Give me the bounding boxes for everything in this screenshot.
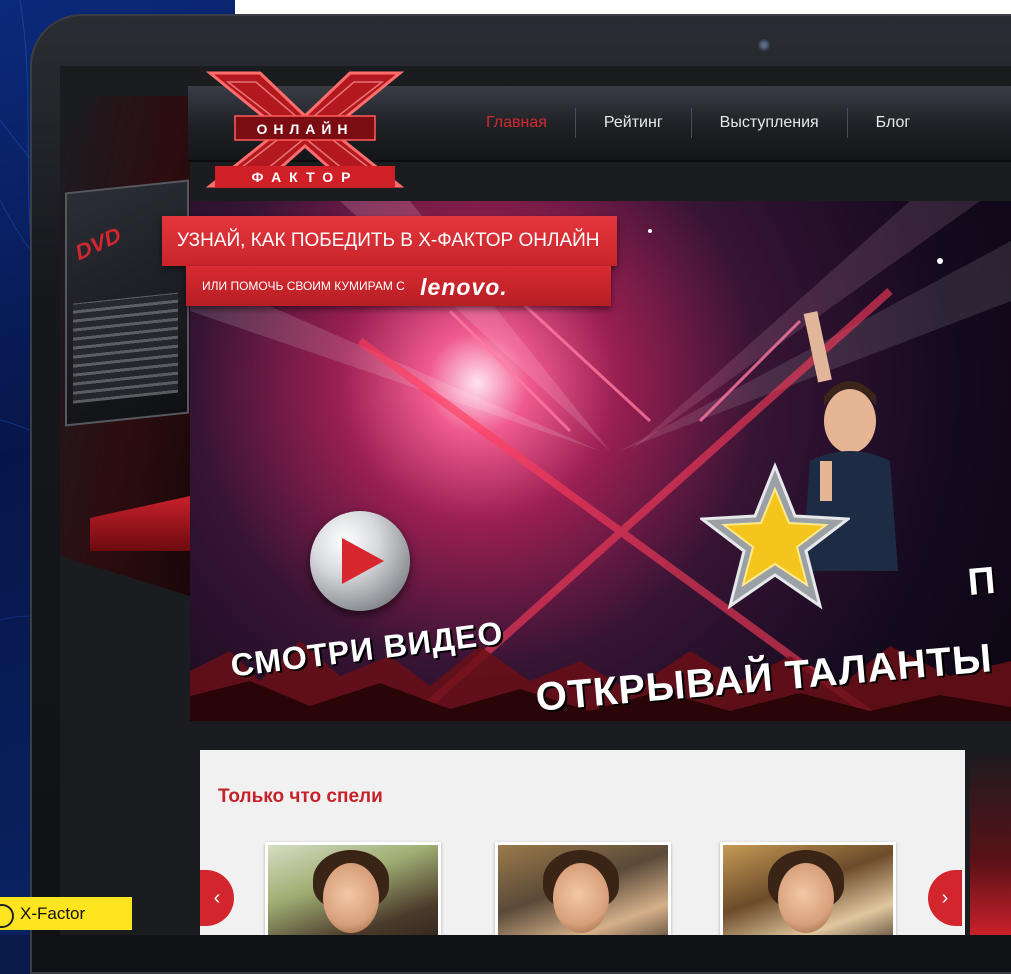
- nav-item-blog[interactable]: Блог: [846, 108, 939, 138]
- nav-item-performances[interactable]: Выступления: [690, 108, 847, 138]
- website-screen: DVD Главная Рейтинг Выступления Блог ОНЛ…: [60, 66, 1011, 935]
- carousel-prev-button[interactable]: ‹: [200, 870, 234, 926]
- caption-label: X-Factor: [0, 897, 132, 930]
- background-top: [235, 0, 1011, 14]
- thumbnail-face: [323, 863, 379, 933]
- right-side-panel: [970, 750, 1011, 935]
- performance-thumbnail-2[interactable]: [495, 842, 671, 935]
- caption-dot-icon: [0, 904, 14, 928]
- promo-banner-subline[interactable]: ИЛИ ПОМОЧЬ СВОИМ КУМИРАМ С lenovo.: [186, 266, 611, 306]
- promo-banner-headline[interactable]: УЗНАЙ, КАК ПОБЕДИТЬ В Х-ФАКТОР ОНЛАЙН: [162, 216, 617, 266]
- x-factor-logo[interactable]: ОНЛАЙН ФАКТОР: [200, 68, 410, 190]
- performance-thumbnail-1[interactable]: [265, 842, 441, 935]
- play-video-button[interactable]: [310, 511, 410, 611]
- chevron-left-icon: ‹: [213, 887, 221, 909]
- nav-item-home[interactable]: Главная: [458, 108, 575, 138]
- thumbnail-face: [778, 863, 834, 933]
- main-menu: Главная Рейтинг Выступления Блог: [458, 86, 938, 160]
- promo-subline-text: ИЛИ ПОМОЧЬ СВОИМ КУМИРАМ С: [202, 279, 405, 293]
- lenovo-logo: lenovo.: [420, 273, 508, 300]
- caption-text: X-Factor: [20, 904, 86, 923]
- side-laptop-keyboard: [73, 292, 178, 404]
- thumbnail-face: [553, 863, 609, 933]
- carousel-next-button[interactable]: ›: [928, 870, 962, 926]
- logo-top-text: ОНЛАЙН: [256, 120, 353, 137]
- performance-thumbnail-3[interactable]: [720, 842, 896, 935]
- play-icon: [342, 538, 384, 584]
- webcam-icon: [757, 38, 771, 52]
- cropped-heading: П: [966, 559, 998, 605]
- side-laptop-logo: DVD: [71, 222, 125, 266]
- star-icon: [700, 461, 850, 610]
- section-title: Только что спели: [218, 786, 383, 807]
- nav-item-rating[interactable]: Рейтинг: [574, 108, 691, 138]
- just-sang-section: Только что спели ‹ ›: [200, 750, 965, 935]
- logo-bottom-text: ФАКТОР: [251, 169, 358, 185]
- chevron-right-icon: ›: [941, 887, 949, 909]
